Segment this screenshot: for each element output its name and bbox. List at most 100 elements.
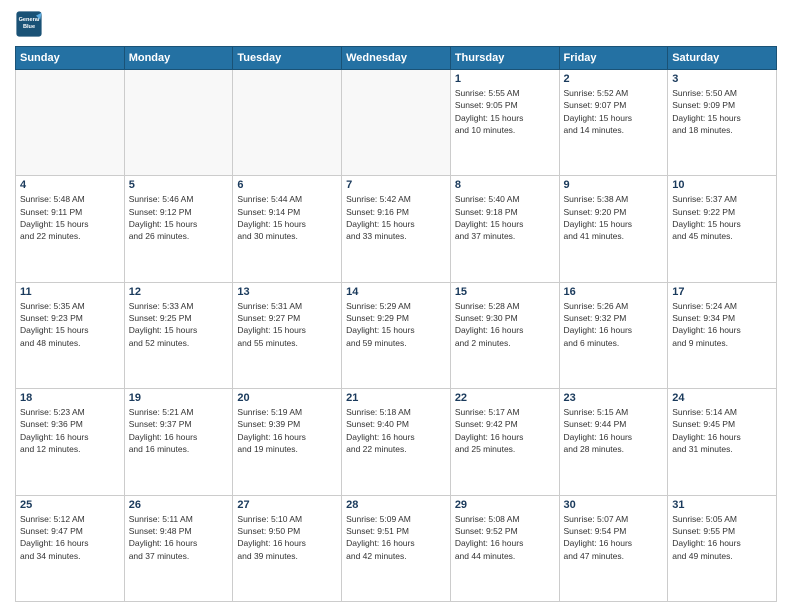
day-info: Sunrise: 5:46 AM Sunset: 9:12 PM Dayligh…: [129, 193, 229, 242]
day-number: 4: [20, 179, 120, 191]
day-info: Sunrise: 5:12 AM Sunset: 9:47 PM Dayligh…: [20, 513, 120, 562]
day-number: 18: [20, 392, 120, 404]
calendar-cell: 23 Sunrise: 5:15 AM Sunset: 9:44 PM Dayli…: [559, 389, 668, 495]
day-number: 24: [672, 392, 772, 404]
day-number: 8: [455, 179, 555, 191]
calendar-cell: 17 Sunrise: 5:24 AM Sunset: 9:34 PM Dayli…: [668, 282, 777, 388]
day-number: 7: [346, 179, 446, 191]
day-number: 5: [129, 179, 229, 191]
calendar-cell: 7 Sunrise: 5:42 AM Sunset: 9:16 PM Daylig…: [342, 176, 451, 282]
day-number: 30: [564, 499, 664, 511]
calendar-cell: 2 Sunrise: 5:52 AM Sunset: 9:07 PM Daylig…: [559, 70, 668, 176]
calendar-cell: 4 Sunrise: 5:48 AM Sunset: 9:11 PM Daylig…: [16, 176, 125, 282]
week-row-5: 25 Sunrise: 5:12 AM Sunset: 9:47 PM Dayli…: [16, 495, 777, 601]
day-info: Sunrise: 5:23 AM Sunset: 9:36 PM Dayligh…: [20, 406, 120, 455]
day-number: 2: [564, 73, 664, 85]
calendar-cell: 10Sunrise: 5:37 AM Sunset: 9:22 PM Dayli…: [668, 176, 777, 282]
calendar-cell: 14 Sunrise: 5:29 AM Sunset: 9:29 PM Dayli…: [342, 282, 451, 388]
calendar-cell: 22 Sunrise: 5:17 AM Sunset: 9:42 PM Dayli…: [450, 389, 559, 495]
day-info: Sunrise: 5:07 AM Sunset: 9:54 PM Dayligh…: [564, 513, 664, 562]
day-number: 16: [564, 286, 664, 298]
day-info: Sunrise: 5:05 AM Sunset: 9:55 PM Dayligh…: [672, 513, 772, 562]
day-number: 9: [564, 179, 664, 191]
day-info: Sunrise: 5:29 AM Sunset: 9:29 PM Dayligh…: [346, 300, 446, 349]
calendar-cell: [342, 70, 451, 176]
calendar-cell: 24 Sunrise: 5:14 AM Sunset: 9:45 PM Dayli…: [668, 389, 777, 495]
day-info: Sunrise: 5:11 AM Sunset: 9:48 PM Dayligh…: [129, 513, 229, 562]
day-info: Sunrise: 5:26 AM Sunset: 9:32 PM Dayligh…: [564, 300, 664, 349]
day-header-saturday: Saturday: [668, 47, 777, 70]
svg-text:Blue: Blue: [23, 24, 35, 30]
day-info: Sunrise: 5:48 AM Sunset: 9:11 PM Dayligh…: [20, 193, 120, 242]
day-info: Sunrise: 5:44 AM Sunset: 9:14 PM Dayligh…: [237, 193, 337, 242]
day-number: 27: [237, 499, 337, 511]
day-number: 3: [672, 73, 772, 85]
day-info: Sunrise: 5:55 AM Sunset: 9:05 PM Dayligh…: [455, 87, 555, 136]
day-number: 17: [672, 286, 772, 298]
day-number: 13: [237, 286, 337, 298]
header: General Blue: [15, 10, 777, 38]
calendar-cell: [16, 70, 125, 176]
day-info: Sunrise: 5:35 AM Sunset: 9:23 PM Dayligh…: [20, 300, 120, 349]
day-info: Sunrise: 5:09 AM Sunset: 9:51 PM Dayligh…: [346, 513, 446, 562]
calendar-cell: 29 Sunrise: 5:08 AM Sunset: 9:52 PM Dayli…: [450, 495, 559, 601]
calendar-cell: 27 Sunrise: 5:10 AM Sunset: 9:50 PM Dayli…: [233, 495, 342, 601]
day-number: 12: [129, 286, 229, 298]
day-info: Sunrise: 5:38 AM Sunset: 9:20 PM Dayligh…: [564, 193, 664, 242]
calendar-cell: 15 Sunrise: 5:28 AM Sunset: 9:30 PM Dayli…: [450, 282, 559, 388]
day-info: Sunrise: 5:15 AM Sunset: 9:44 PM Dayligh…: [564, 406, 664, 455]
day-header-sunday: Sunday: [16, 47, 125, 70]
day-info: Sunrise: 5:42 AM Sunset: 9:16 PM Dayligh…: [346, 193, 446, 242]
calendar-cell: [124, 70, 233, 176]
calendar-cell: 25 Sunrise: 5:12 AM Sunset: 9:47 PM Dayli…: [16, 495, 125, 601]
calendar-cell: 5 Sunrise: 5:46 AM Sunset: 9:12 PM Daylig…: [124, 176, 233, 282]
calendar-cell: 13Sunrise: 5:31 AM Sunset: 9:27 PM Dayli…: [233, 282, 342, 388]
day-info: Sunrise: 5:19 AM Sunset: 9:39 PM Dayligh…: [237, 406, 337, 455]
calendar-body: 1 Sunrise: 5:55 AM Sunset: 9:05 PM Daylig…: [16, 70, 777, 602]
day-info: Sunrise: 5:21 AM Sunset: 9:37 PM Dayligh…: [129, 406, 229, 455]
day-info: Sunrise: 5:10 AM Sunset: 9:50 PM Dayligh…: [237, 513, 337, 562]
day-header-thursday: Thursday: [450, 47, 559, 70]
calendar-cell: 19Sunrise: 5:21 AM Sunset: 9:37 PM Dayli…: [124, 389, 233, 495]
calendar-cell: [233, 70, 342, 176]
day-number: 25: [20, 499, 120, 511]
calendar-cell: 12Sunrise: 5:33 AM Sunset: 9:25 PM Dayli…: [124, 282, 233, 388]
calendar-cell: 31Sunrise: 5:05 AM Sunset: 9:55 PM Dayli…: [668, 495, 777, 601]
calendar-cell: 11Sunrise: 5:35 AM Sunset: 9:23 PM Dayli…: [16, 282, 125, 388]
day-info: Sunrise: 5:28 AM Sunset: 9:30 PM Dayligh…: [455, 300, 555, 349]
calendar-table: SundayMondayTuesdayWednesdayThursdayFrid…: [15, 46, 777, 602]
calendar-cell: 16 Sunrise: 5:26 AM Sunset: 9:32 PM Dayli…: [559, 282, 668, 388]
day-number: 1: [455, 73, 555, 85]
day-number: 21: [346, 392, 446, 404]
day-info: Sunrise: 5:50 AM Sunset: 9:09 PM Dayligh…: [672, 87, 772, 136]
calendar-cell: 3 Sunrise: 5:50 AM Sunset: 9:09 PM Daylig…: [668, 70, 777, 176]
week-row-4: 18 Sunrise: 5:23 AM Sunset: 9:36 PM Dayli…: [16, 389, 777, 495]
week-row-2: 4 Sunrise: 5:48 AM Sunset: 9:11 PM Daylig…: [16, 176, 777, 282]
day-info: Sunrise: 5:17 AM Sunset: 9:42 PM Dayligh…: [455, 406, 555, 455]
day-number: 6: [237, 179, 337, 191]
calendar-cell: 20Sunrise: 5:19 AM Sunset: 9:39 PM Dayli…: [233, 389, 342, 495]
day-number: 14: [346, 286, 446, 298]
svg-text:General: General: [19, 17, 40, 23]
week-row-3: 11Sunrise: 5:35 AM Sunset: 9:23 PM Dayli…: [16, 282, 777, 388]
calendar-header-row: SundayMondayTuesdayWednesdayThursdayFrid…: [16, 47, 777, 70]
day-number: 29: [455, 499, 555, 511]
day-number: 28: [346, 499, 446, 511]
logo-icon: General Blue: [15, 10, 43, 38]
day-info: Sunrise: 5:14 AM Sunset: 9:45 PM Dayligh…: [672, 406, 772, 455]
day-info: Sunrise: 5:24 AM Sunset: 9:34 PM Dayligh…: [672, 300, 772, 349]
day-number: 23: [564, 392, 664, 404]
day-info: Sunrise: 5:52 AM Sunset: 9:07 PM Dayligh…: [564, 87, 664, 136]
calendar-cell: 30 Sunrise: 5:07 AM Sunset: 9:54 PM Dayli…: [559, 495, 668, 601]
day-info: Sunrise: 5:18 AM Sunset: 9:40 PM Dayligh…: [346, 406, 446, 455]
day-info: Sunrise: 5:37 AM Sunset: 9:22 PM Dayligh…: [672, 193, 772, 242]
page: General Blue SundayMondayTuesdayWednesda…: [0, 0, 792, 612]
week-row-1: 1 Sunrise: 5:55 AM Sunset: 9:05 PM Daylig…: [16, 70, 777, 176]
day-header-friday: Friday: [559, 47, 668, 70]
day-header-monday: Monday: [124, 47, 233, 70]
calendar-cell: 26Sunrise: 5:11 AM Sunset: 9:48 PM Dayli…: [124, 495, 233, 601]
calendar-cell: 21 Sunrise: 5:18 AM Sunset: 9:40 PM Dayli…: [342, 389, 451, 495]
day-number: 15: [455, 286, 555, 298]
day-info: Sunrise: 5:08 AM Sunset: 9:52 PM Dayligh…: [455, 513, 555, 562]
day-number: 22: [455, 392, 555, 404]
